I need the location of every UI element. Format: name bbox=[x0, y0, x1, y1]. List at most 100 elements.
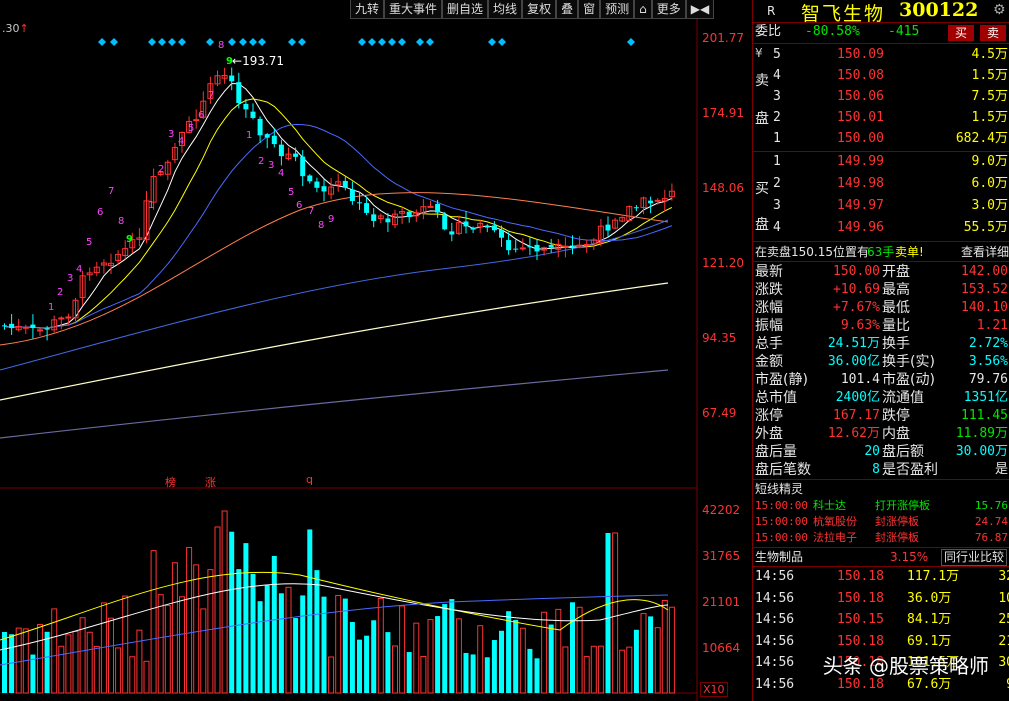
sector-name[interactable]: 生物制品 bbox=[755, 548, 803, 566]
toolbar-forecast[interactable]: 预测 bbox=[600, 0, 635, 19]
nine-turn-label: 2 bbox=[158, 164, 164, 175]
nine-turn-label: 5 bbox=[288, 187, 294, 198]
ask-volume: 682.4万 bbox=[955, 131, 1008, 146]
volume-bar bbox=[371, 620, 377, 693]
signal-diamond-icon bbox=[258, 38, 266, 46]
bid-level: 4 bbox=[773, 220, 781, 235]
toolbar-overlay[interactable]: 叠 bbox=[556, 0, 579, 19]
signal-diamond-icon bbox=[228, 38, 236, 46]
r-badge: R bbox=[767, 4, 776, 18]
quote-value: 3.56% bbox=[968, 354, 1008, 369]
quote-label: 总市值 bbox=[755, 390, 797, 406]
volume-bar bbox=[300, 595, 306, 693]
quote-value: 1.21 bbox=[976, 318, 1008, 333]
candle-body bbox=[22, 326, 29, 329]
nine-turn-label: 2 bbox=[57, 287, 63, 298]
toolbar-expand-icon[interactable]: ▶◀ bbox=[685, 0, 715, 19]
ask-level: 4 bbox=[773, 68, 781, 83]
ask-volume: 7.5万 bbox=[971, 89, 1008, 104]
event-marker-zhang[interactable]: 涨 bbox=[205, 474, 216, 490]
ask-volume: 1.5万 bbox=[971, 68, 1008, 83]
volume-bar bbox=[257, 601, 263, 693]
event-marker-bang[interactable]: 榜 bbox=[165, 474, 176, 490]
quote-value: 167.17 bbox=[833, 408, 880, 423]
buy-button[interactable]: 买 bbox=[948, 25, 974, 41]
volume-bar bbox=[449, 599, 455, 693]
sprite-item[interactable]: 15:00:00 杭氧股份 封涨停板 24.74 bbox=[753, 514, 1009, 530]
nine-turn-label: 6 bbox=[296, 200, 302, 211]
lock-icon[interactable]: ⌂ bbox=[634, 0, 652, 19]
ma60-line bbox=[0, 219, 669, 371]
tick-price: 150.18 bbox=[837, 590, 884, 606]
nine-turn-label: 8 bbox=[218, 40, 224, 51]
bid-row[interactable]: 3 149.97 3.0万 bbox=[753, 197, 1009, 215]
bid-price: 149.96 bbox=[837, 220, 884, 235]
tick-count: 10 bbox=[998, 590, 1009, 606]
volume-bar bbox=[406, 652, 412, 693]
volume-bar bbox=[328, 656, 335, 694]
toolbar-remove-favorite[interactable]: 删自选 bbox=[442, 0, 489, 19]
candle-body bbox=[321, 186, 327, 192]
sprite-item[interactable]: 15:00:00 法拉电子 封涨停板 76.87 bbox=[753, 530, 1009, 546]
quote-value: 79.76 bbox=[968, 372, 1008, 387]
volume-bar bbox=[30, 654, 36, 693]
kline-svg[interactable]: 123456781234567812 345678999 201.77174.91… bbox=[0, 0, 752, 701]
candle-body bbox=[484, 226, 490, 228]
volume-bar bbox=[335, 594, 342, 694]
volume-bar bbox=[648, 616, 654, 693]
candle-body bbox=[65, 316, 72, 319]
kline-chart-area[interactable]: 123456781234567812345678999 201.77 174.91… bbox=[0, 0, 752, 701]
sprite-event: 打开涨停板 bbox=[875, 499, 930, 512]
price-axis-label: 67.49 bbox=[702, 406, 736, 420]
volume-bars bbox=[2, 510, 675, 694]
volume-bar bbox=[214, 526, 221, 694]
volume-bar bbox=[293, 618, 299, 693]
quote-label: 振幅 bbox=[755, 318, 783, 334]
ask-row[interactable]: 3 150.06 7.5万 bbox=[753, 88, 1009, 106]
quote-value: 2400亿 bbox=[835, 390, 880, 405]
candle-body bbox=[9, 323, 15, 329]
tick-time: 14:56 bbox=[755, 655, 795, 670]
bid-volume: 6.0万 bbox=[971, 176, 1008, 191]
toolbar-window[interactable]: 窗 bbox=[578, 0, 601, 19]
view-detail-link[interactable]: 查看详细 bbox=[961, 243, 1009, 261]
big-order-notice[interactable]: 在卖盘150.15位置有 63手 卖单! 查看详细 bbox=[753, 243, 1009, 261]
bid-row[interactable]: 2 149.98 6.0万 bbox=[753, 175, 1009, 193]
volume-bar bbox=[314, 570, 320, 693]
ask-row[interactable]: 4 150.08 1.5万 bbox=[753, 67, 1009, 85]
signal-diamond-icon bbox=[378, 38, 386, 46]
industry-compare-button[interactable]: 同行业比较 bbox=[941, 549, 1008, 566]
bid-row[interactable]: 1 149.99 9.0万 bbox=[753, 153, 1009, 171]
bid-price: 149.98 bbox=[837, 176, 884, 191]
candle-body bbox=[449, 231, 455, 235]
volume-bar bbox=[15, 627, 22, 694]
volume-bar bbox=[243, 543, 249, 693]
signal-diamond-icon bbox=[368, 38, 376, 46]
ask-row[interactable]: 2 150.01 1.5万 bbox=[753, 109, 1009, 127]
bid-level: 1 bbox=[773, 154, 781, 169]
sprite-item[interactable]: 15:00:00 科士达 打开涨停板 15.76 bbox=[753, 498, 1009, 514]
toolbar-major-events[interactable]: 重大事件 bbox=[384, 0, 443, 19]
event-marker-q[interactable]: q bbox=[306, 473, 313, 486]
bid-row[interactable]: 4 149.96 55.5万 bbox=[753, 219, 1009, 237]
ask-price: 150.09 bbox=[837, 47, 884, 62]
toolbar-more[interactable]: 更多 bbox=[651, 0, 686, 19]
quote-value: 153.52 bbox=[961, 282, 1008, 297]
candle-body bbox=[654, 199, 661, 202]
tick-time: 14:56 bbox=[755, 612, 795, 627]
gear-icon[interactable]: ⚙ bbox=[993, 2, 1006, 18]
sprite-event: 封涨停板 bbox=[875, 515, 919, 528]
candle-body bbox=[534, 244, 540, 252]
volume-bar bbox=[435, 616, 441, 693]
toolbar-nine-turn[interactable]: 九转 bbox=[350, 0, 385, 19]
ask-row[interactable]: 5 150.09 4.5万 bbox=[753, 46, 1009, 64]
watermark: 头条 @股票策略师 bbox=[822, 654, 989, 678]
tick-time: 14:56 bbox=[755, 569, 795, 584]
nine-turn-label: 3 bbox=[67, 273, 73, 284]
toolbar-ma[interactable]: 均线 bbox=[488, 0, 523, 19]
sell-button[interactable]: 卖 bbox=[980, 25, 1006, 41]
ask-row[interactable]: 1 150.00 682.4万 bbox=[753, 130, 1009, 148]
candle-body bbox=[357, 202, 362, 204]
signal-diamond-icon bbox=[398, 38, 406, 46]
toolbar-adjust[interactable]: 复权 bbox=[522, 0, 557, 19]
